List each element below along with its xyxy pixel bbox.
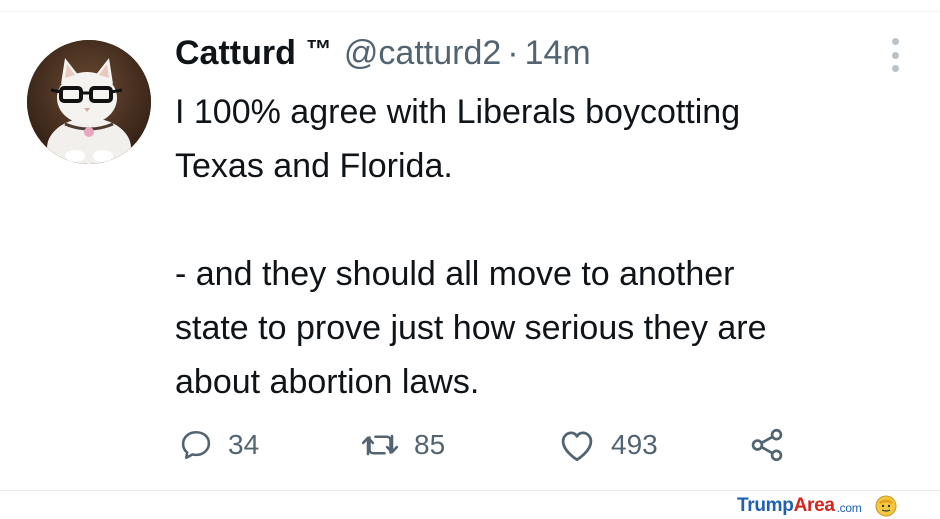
retweet-count: 85: [414, 429, 446, 460]
watermark-area: Area: [793, 495, 835, 516]
more-dot: [891, 38, 899, 45]
more-dot: [891, 51, 899, 59]
retweet-icon: [361, 434, 399, 456]
user-handle[interactable]: @catturd2: [344, 34, 501, 73]
more-options-icon[interactable]: [884, 38, 906, 72]
avatar[interactable]: [27, 40, 151, 164]
tweet-text-line: I 100% agree with Liberals boycotting: [175, 93, 741, 131]
reply-button[interactable]: 34: [178, 424, 259, 466]
watermark-trump: Trump: [737, 495, 794, 516]
tweet-actions: 34 85 493: [0, 424, 940, 466]
share-icon: [751, 428, 783, 462]
heart-icon: [561, 431, 593, 462]
watermark-com: .com: [836, 501, 862, 515]
timestamp[interactable]: 14m: [525, 34, 591, 73]
separator-dot: ·: [507, 34, 519, 72]
reply-icon: [181, 430, 211, 460]
display-name[interactable]: Catturd: [175, 34, 296, 73]
tweet-text-line: state to prove just how serious they are: [175, 309, 767, 347]
tweet-text-line: - and they should all move to another: [175, 255, 735, 293]
cat-avatar-image: [27, 40, 151, 164]
like-count: 493: [611, 429, 658, 460]
bottom-divider: [0, 490, 940, 491]
tweet-header: Catturd ™ @catturd2 · 14m: [175, 34, 591, 78]
watermark-logo-icon: [875, 495, 897, 517]
trademark-symbol: ™: [305, 34, 332, 64]
tweet-text-line: about abortion laws.: [175, 363, 480, 401]
retweet-button[interactable]: 85: [360, 424, 445, 466]
watermark: Trump Area .com: [737, 494, 897, 518]
top-divider: [0, 11, 940, 12]
tweet-text: I 100% agree with Liberals boycotting Te…: [175, 85, 895, 409]
tweet-text-line: Texas and Florida.: [175, 147, 453, 185]
share-button[interactable]: [748, 424, 786, 466]
more-dot: [891, 65, 899, 72]
like-button[interactable]: 493: [557, 424, 658, 466]
reply-count: 34: [228, 429, 260, 460]
